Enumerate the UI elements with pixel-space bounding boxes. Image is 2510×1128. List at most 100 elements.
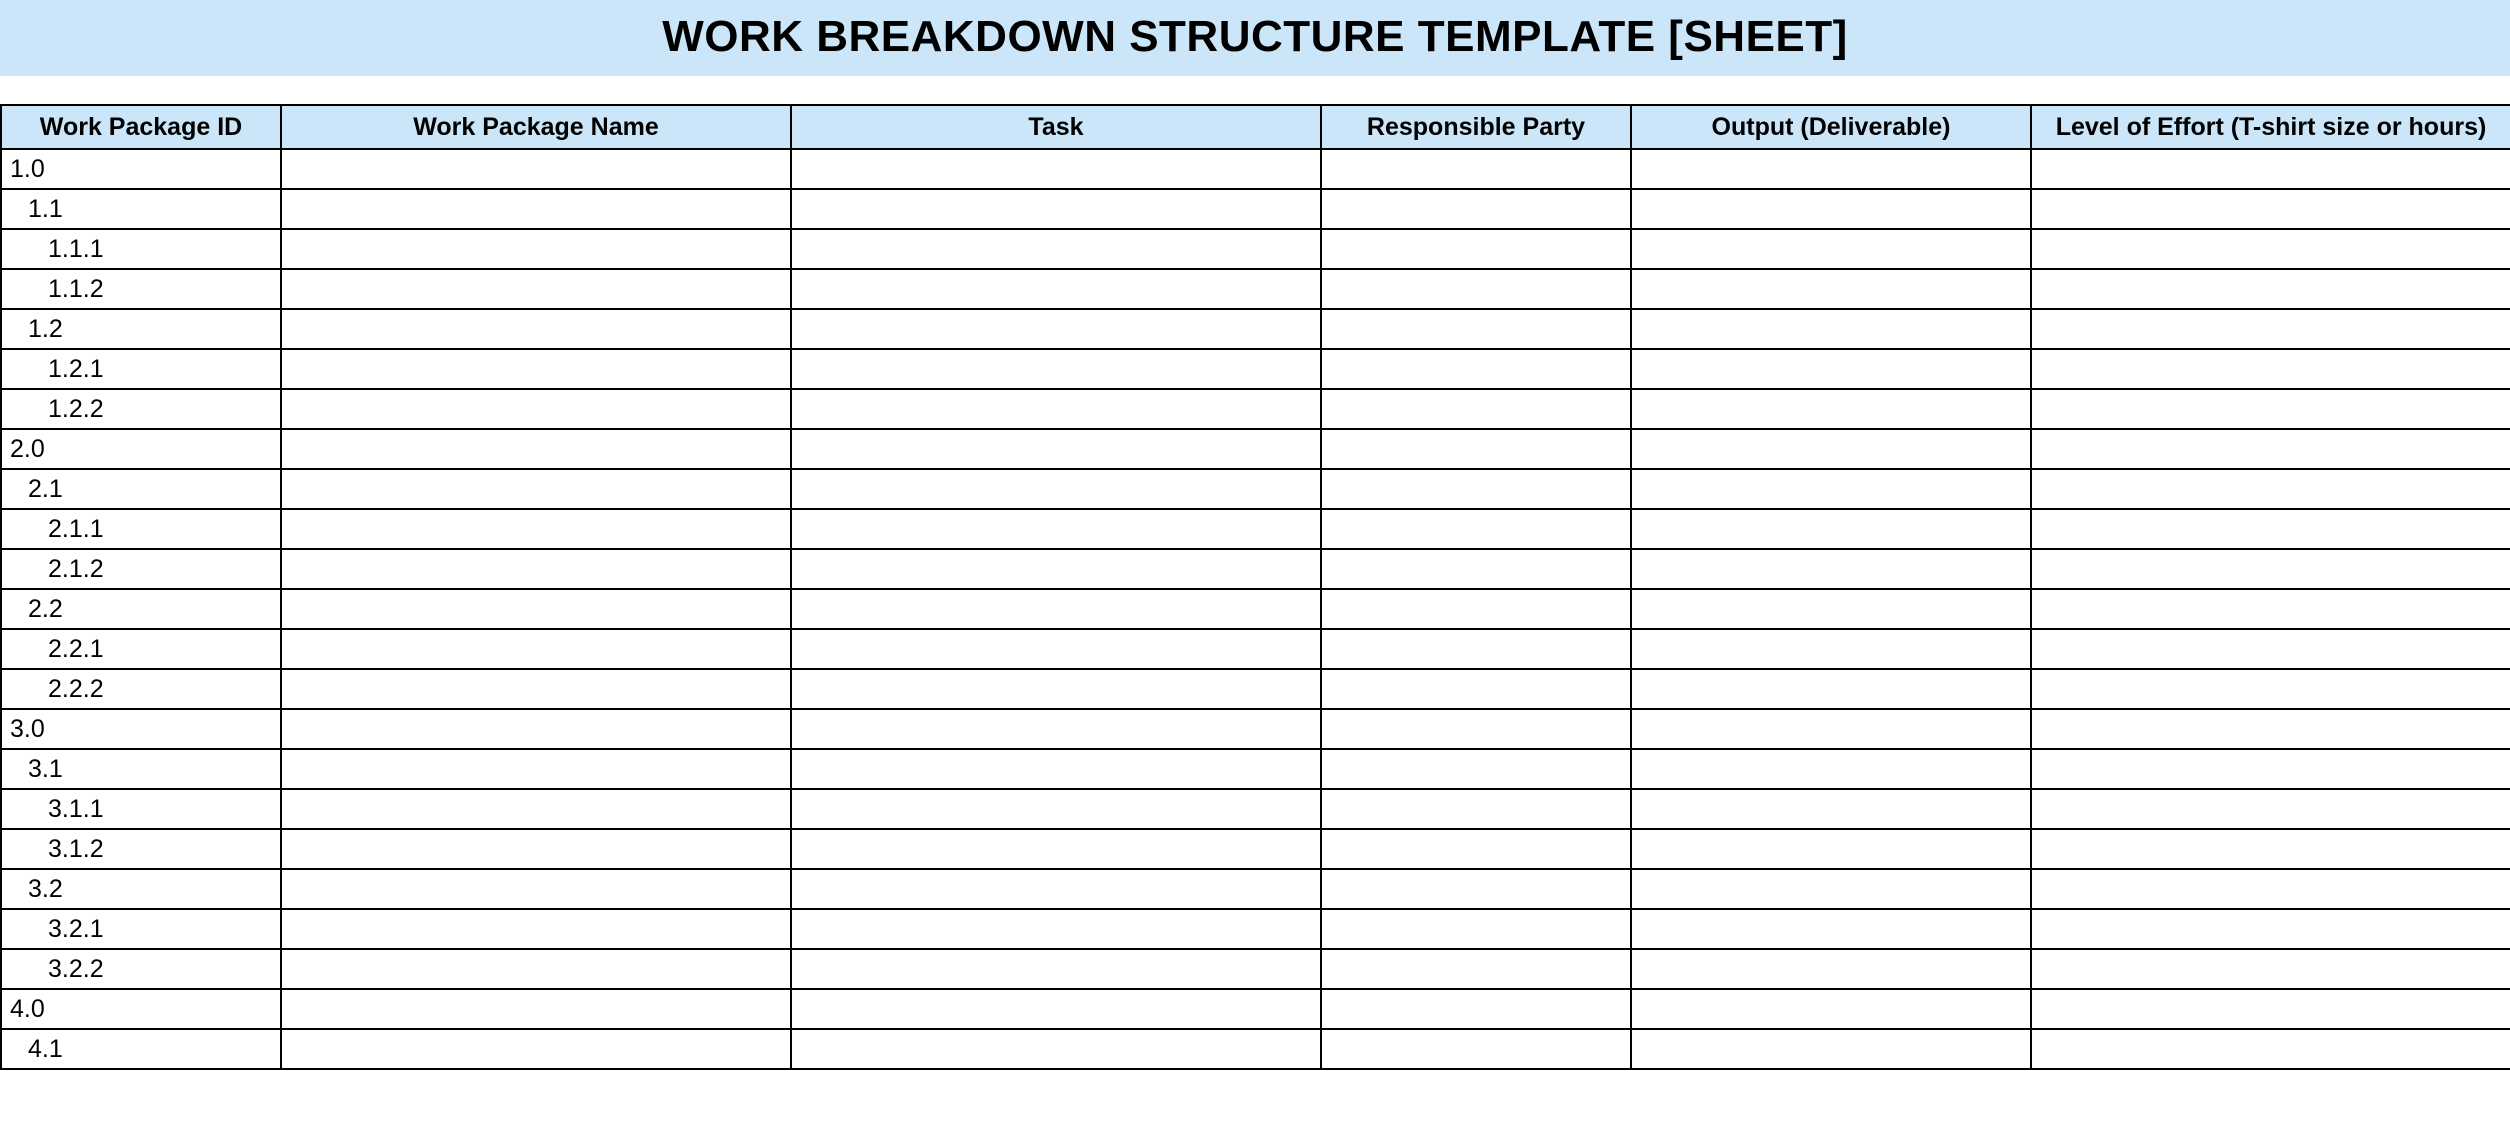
cell-name[interactable] xyxy=(281,949,791,989)
cell-output[interactable] xyxy=(1631,669,2031,709)
cell-task[interactable] xyxy=(791,589,1321,629)
cell-party[interactable] xyxy=(1321,829,1631,869)
cell-name[interactable] xyxy=(281,229,791,269)
cell-party[interactable] xyxy=(1321,229,1631,269)
cell-id[interactable]: 3.0 xyxy=(1,709,281,749)
cell-name[interactable] xyxy=(281,709,791,749)
cell-name[interactable] xyxy=(281,149,791,189)
cell-id[interactable]: 1.1 xyxy=(1,189,281,229)
cell-id[interactable]: 2.2.2 xyxy=(1,669,281,709)
cell-task[interactable] xyxy=(791,949,1321,989)
cell-task[interactable] xyxy=(791,229,1321,269)
cell-task[interactable] xyxy=(791,469,1321,509)
cell-output[interactable] xyxy=(1631,869,2031,909)
cell-effort[interactable] xyxy=(2031,509,2510,549)
cell-task[interactable] xyxy=(791,309,1321,349)
cell-output[interactable] xyxy=(1631,149,2031,189)
cell-output[interactable] xyxy=(1631,429,2031,469)
cell-id[interactable]: 3.2.1 xyxy=(1,909,281,949)
cell-output[interactable] xyxy=(1631,1029,2031,1069)
cell-output[interactable] xyxy=(1631,989,2031,1029)
cell-output[interactable] xyxy=(1631,829,2031,869)
cell-effort[interactable] xyxy=(2031,389,2510,429)
cell-name[interactable] xyxy=(281,909,791,949)
cell-party[interactable] xyxy=(1321,429,1631,469)
cell-effort[interactable] xyxy=(2031,229,2510,269)
cell-effort[interactable] xyxy=(2031,309,2510,349)
cell-name[interactable] xyxy=(281,789,791,829)
cell-name[interactable] xyxy=(281,389,791,429)
cell-output[interactable] xyxy=(1631,229,2031,269)
cell-id[interactable]: 4.1 xyxy=(1,1029,281,1069)
cell-party[interactable] xyxy=(1321,749,1631,789)
cell-output[interactable] xyxy=(1631,949,2031,989)
cell-id[interactable]: 3.1.2 xyxy=(1,829,281,869)
cell-name[interactable] xyxy=(281,589,791,629)
cell-name[interactable] xyxy=(281,429,791,469)
cell-name[interactable] xyxy=(281,309,791,349)
cell-output[interactable] xyxy=(1631,749,2031,789)
cell-party[interactable] xyxy=(1321,989,1631,1029)
cell-id[interactable]: 1.2.2 xyxy=(1,389,281,429)
cell-party[interactable] xyxy=(1321,669,1631,709)
cell-output[interactable] xyxy=(1631,789,2031,829)
cell-party[interactable] xyxy=(1321,349,1631,389)
cell-id[interactable]: 2.1 xyxy=(1,469,281,509)
cell-id[interactable]: 2.1.2 xyxy=(1,549,281,589)
cell-task[interactable] xyxy=(791,389,1321,429)
cell-effort[interactable] xyxy=(2031,269,2510,309)
cell-output[interactable] xyxy=(1631,389,2031,429)
cell-id[interactable]: 2.2 xyxy=(1,589,281,629)
cell-output[interactable] xyxy=(1631,309,2031,349)
cell-party[interactable] xyxy=(1321,869,1631,909)
cell-id[interactable]: 1.2 xyxy=(1,309,281,349)
cell-party[interactable] xyxy=(1321,589,1631,629)
cell-task[interactable] xyxy=(791,349,1321,389)
cell-task[interactable] xyxy=(791,829,1321,869)
cell-effort[interactable] xyxy=(2031,829,2510,869)
cell-id[interactable]: 1.1.1 xyxy=(1,229,281,269)
cell-task[interactable] xyxy=(791,989,1321,1029)
cell-output[interactable] xyxy=(1631,349,2031,389)
cell-name[interactable] xyxy=(281,189,791,229)
cell-name[interactable] xyxy=(281,269,791,309)
cell-effort[interactable] xyxy=(2031,149,2510,189)
cell-task[interactable] xyxy=(791,909,1321,949)
cell-party[interactable] xyxy=(1321,309,1631,349)
cell-effort[interactable] xyxy=(2031,789,2510,829)
cell-output[interactable] xyxy=(1631,549,2031,589)
cell-task[interactable] xyxy=(791,629,1321,669)
cell-name[interactable] xyxy=(281,509,791,549)
cell-party[interactable] xyxy=(1321,789,1631,829)
cell-name[interactable] xyxy=(281,1029,791,1069)
cell-name[interactable] xyxy=(281,629,791,669)
cell-id[interactable]: 2.2.1 xyxy=(1,629,281,669)
cell-id[interactable]: 2.1.1 xyxy=(1,509,281,549)
cell-task[interactable] xyxy=(791,429,1321,469)
cell-output[interactable] xyxy=(1631,269,2031,309)
cell-party[interactable] xyxy=(1321,389,1631,429)
cell-party[interactable] xyxy=(1321,909,1631,949)
cell-task[interactable] xyxy=(791,669,1321,709)
cell-effort[interactable] xyxy=(2031,709,2510,749)
cell-effort[interactable] xyxy=(2031,869,2510,909)
cell-id[interactable]: 3.1.1 xyxy=(1,789,281,829)
cell-party[interactable] xyxy=(1321,189,1631,229)
cell-id[interactable]: 2.0 xyxy=(1,429,281,469)
cell-effort[interactable] xyxy=(2031,589,2510,629)
cell-task[interactable] xyxy=(791,269,1321,309)
cell-effort[interactable] xyxy=(2031,349,2510,389)
cell-id[interactable]: 1.1.2 xyxy=(1,269,281,309)
cell-output[interactable] xyxy=(1631,909,2031,949)
cell-effort[interactable] xyxy=(2031,989,2510,1029)
cell-party[interactable] xyxy=(1321,949,1631,989)
cell-task[interactable] xyxy=(791,709,1321,749)
cell-effort[interactable] xyxy=(2031,189,2510,229)
cell-party[interactable] xyxy=(1321,509,1631,549)
cell-task[interactable] xyxy=(791,869,1321,909)
cell-effort[interactable] xyxy=(2031,1029,2510,1069)
cell-name[interactable] xyxy=(281,669,791,709)
cell-effort[interactable] xyxy=(2031,629,2510,669)
cell-output[interactable] xyxy=(1631,509,2031,549)
cell-party[interactable] xyxy=(1321,629,1631,669)
